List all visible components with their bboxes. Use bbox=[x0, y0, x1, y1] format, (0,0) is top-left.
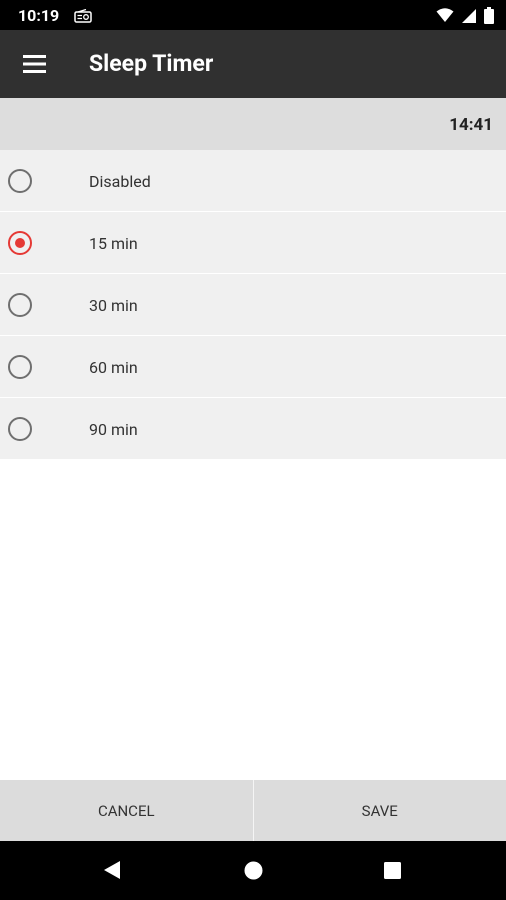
page-title: Sleep Timer bbox=[89, 50, 214, 77]
clock-bar: 14:41 bbox=[0, 98, 506, 150]
option-60-min[interactable]: 60 min bbox=[0, 336, 506, 398]
battery-icon bbox=[484, 7, 494, 24]
dialog-buttons: CANCEL SAVE bbox=[0, 780, 506, 841]
hamburger-menu-icon[interactable] bbox=[22, 52, 48, 76]
option-label: 60 min bbox=[89, 358, 138, 377]
option-label: 15 min bbox=[89, 234, 138, 253]
status-time: 10:19 bbox=[18, 6, 60, 25]
option-label: 90 min bbox=[89, 420, 138, 439]
cancel-button[interactable]: CANCEL bbox=[0, 780, 253, 841]
radio-button[interactable] bbox=[8, 169, 32, 193]
option-disabled[interactable]: Disabled bbox=[0, 150, 506, 212]
wifi-icon bbox=[436, 8, 454, 23]
home-icon[interactable] bbox=[244, 861, 263, 884]
option-label: Disabled bbox=[89, 172, 151, 191]
option-label: 30 min bbox=[89, 296, 138, 315]
app-bar: Sleep Timer bbox=[0, 30, 506, 98]
system-nav-bar bbox=[0, 841, 506, 900]
save-button[interactable]: SAVE bbox=[254, 780, 506, 841]
recent-apps-icon[interactable] bbox=[383, 861, 402, 884]
radio-button[interactable] bbox=[8, 293, 32, 317]
option-15-min[interactable]: 15 min bbox=[0, 212, 506, 274]
radio-button[interactable] bbox=[8, 231, 32, 255]
option-30-min[interactable]: 30 min bbox=[0, 274, 506, 336]
back-icon[interactable] bbox=[102, 860, 122, 884]
radio-button[interactable] bbox=[8, 417, 32, 441]
timer-options-list: Disabled 15 min 30 min 60 min 90 min bbox=[0, 150, 506, 460]
signal-icon bbox=[462, 8, 476, 23]
option-90-min[interactable]: 90 min bbox=[0, 398, 506, 460]
status-bar: 10:19 bbox=[0, 0, 506, 30]
radio-button[interactable] bbox=[8, 355, 32, 379]
current-time-label: 14:41 bbox=[449, 115, 493, 135]
radio-icon bbox=[74, 8, 92, 23]
